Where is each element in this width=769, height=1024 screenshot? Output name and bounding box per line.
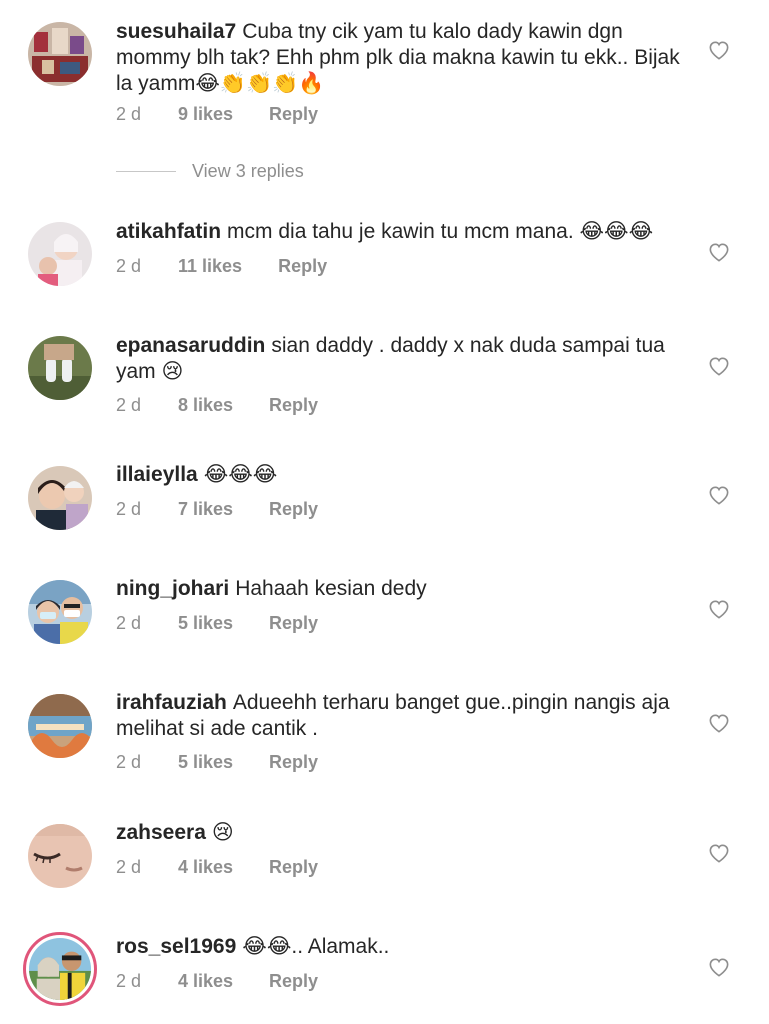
comment-body: 😂😂😂 [203, 463, 278, 486]
reply-button[interactable]: Reply [269, 499, 318, 520]
comment-text: zahseera 😢 [116, 820, 686, 846]
username[interactable]: ros_sel1969 [116, 935, 236, 958]
comment-text: suesuhaila7 Cuba tny cik yam tu kalo dady… [116, 19, 686, 97]
comment-meta: 2 d 5 likes Reply [116, 613, 318, 634]
avatar[interactable] [28, 580, 92, 644]
avatar-story-ring[interactable] [23, 932, 97, 1006]
reply-button[interactable]: Reply [269, 752, 318, 773]
comment-meta: 2 d 7 likes Reply [116, 499, 318, 520]
reply-button[interactable]: Reply [269, 971, 318, 992]
like-count[interactable]: 8 likes [178, 395, 233, 416]
username[interactable]: zahseera [116, 821, 206, 844]
heart-outline-icon[interactable] [708, 40, 730, 60]
comment-body: 😂😂.. Alamak.. [242, 935, 390, 958]
timestamp: 2 d [116, 104, 142, 124]
timestamp: 2 d [116, 752, 142, 772]
view-replies-link[interactable]: View 3 replies [116, 161, 304, 182]
reply-button[interactable]: Reply [269, 395, 318, 416]
like-count[interactable]: 7 likes [178, 499, 233, 520]
comment-meta: 2 d 8 likes Reply [116, 395, 318, 416]
avatar [29, 938, 91, 1000]
like-count[interactable]: 5 likes [178, 613, 233, 634]
comment-meta: 2 d 4 likes Reply [116, 971, 318, 992]
username[interactable]: suesuhaila7 [116, 20, 236, 43]
comment-text: ros_sel1969 😂😂.. Alamak.. [116, 934, 686, 960]
reply-button[interactable]: Reply [269, 857, 318, 878]
comment-text: irahfauziah Adueehh terharu banget gue..p… [116, 690, 686, 742]
heart-outline-icon[interactable] [708, 843, 730, 863]
reply-button[interactable]: Reply [269, 613, 318, 634]
reply-button[interactable]: Reply [269, 104, 318, 125]
avatar[interactable] [28, 222, 92, 286]
like-count[interactable]: 9 likes [178, 104, 233, 125]
avatar[interactable] [28, 336, 92, 400]
like-count[interactable]: 5 likes [178, 752, 233, 773]
like-count[interactable]: 4 likes [178, 971, 233, 992]
timestamp: 2 d [116, 857, 142, 877]
like-count[interactable]: 11 likes [178, 256, 242, 277]
timestamp: 2 d [116, 395, 142, 415]
heart-outline-icon[interactable] [708, 713, 730, 733]
avatar[interactable] [28, 22, 92, 86]
comment-text: atikahfatin mcm dia tahu je kawin tu mcm … [116, 219, 686, 245]
timestamp: 2 d [116, 256, 142, 276]
avatar[interactable] [28, 466, 92, 530]
divider [116, 171, 176, 172]
username[interactable]: epanasaruddin [116, 334, 265, 357]
heart-outline-icon[interactable] [708, 485, 730, 505]
avatar[interactable] [28, 824, 92, 888]
timestamp: 2 d [116, 613, 142, 633]
comment-text: ning_johari Hahaah kesian dedy [116, 576, 686, 602]
comment-body: mcm dia tahu je kawin tu mcm mana. 😂😂😂 [227, 220, 654, 243]
comment-body: 😢 [211, 821, 234, 844]
username[interactable]: irahfauziah [116, 691, 227, 714]
username[interactable]: atikahfatin [116, 220, 221, 243]
username[interactable]: ning_johari [116, 577, 229, 600]
timestamp: 2 d [116, 499, 142, 519]
heart-outline-icon[interactable] [708, 599, 730, 619]
timestamp: 2 d [116, 971, 142, 991]
username[interactable]: illaieylla [116, 463, 198, 486]
comment-text: epanasaruddin sian daddy . daddy x nak du… [116, 333, 686, 385]
comment-meta: 2 d 9 likes Reply [116, 104, 318, 125]
heart-outline-icon[interactable] [708, 356, 730, 376]
comment-body: Hahaah kesian dedy [235, 577, 427, 600]
like-count[interactable]: 4 likes [178, 857, 233, 878]
comment-text: illaieylla 😂😂😂 [116, 462, 686, 488]
comment-meta: 2 d 11 likes Reply [116, 256, 327, 277]
comment-meta: 2 d 5 likes Reply [116, 752, 318, 773]
reply-button[interactable]: Reply [278, 256, 327, 277]
comment-meta: 2 d 4 likes Reply [116, 857, 318, 878]
avatar[interactable] [28, 694, 92, 758]
heart-outline-icon[interactable] [708, 242, 730, 262]
view-replies-label[interactable]: View 3 replies [192, 161, 304, 182]
heart-outline-icon[interactable] [708, 957, 730, 977]
